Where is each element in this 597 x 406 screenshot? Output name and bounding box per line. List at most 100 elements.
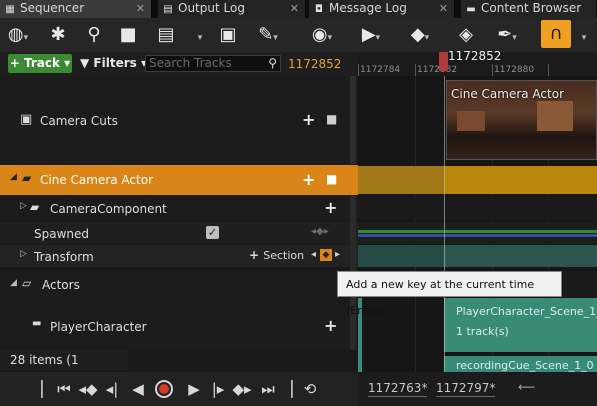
previous-key-icon[interactable]: ◂ (311, 249, 316, 260)
world-icon[interactable]: ◍▾ (4, 18, 32, 52)
section-track-count: 1 track(s) (456, 325, 509, 338)
paint-icon[interactable]: ✒▾ (490, 18, 524, 52)
wrench-icon[interactable]: ✎▾ (254, 18, 282, 52)
filters-button[interactable]: ▼ Filters ▾ (80, 54, 147, 73)
add-icon[interactable]: + (324, 198, 337, 217)
render-movie-icon[interactable]: ▤ (152, 18, 180, 52)
playhead-line (444, 76, 445, 372)
tag-icon[interactable]: ◈ (452, 18, 480, 52)
camera-icon[interactable]: ■ (114, 18, 142, 52)
scroll-left-icon[interactable]: ⟵ (518, 380, 535, 394)
add-icon[interactable]: + (302, 170, 315, 189)
film-icon[interactable]: ▣ (214, 18, 242, 52)
magnet-snap-icon[interactable]: ∩ (541, 20, 571, 48)
current-frame-field[interactable]: 1172852 (288, 55, 341, 73)
track-label: Camera Cuts (40, 114, 118, 128)
step-back-icon[interactable]: ◂| (100, 372, 124, 406)
camera-component-lane[interactable] (358, 196, 597, 220)
tab-label: Sequencer (20, 1, 85, 15)
eye-icon[interactable]: ◉▾ (302, 18, 342, 52)
add-track-button[interactable]: + Track ▾ (8, 54, 72, 73)
close-icon[interactable]: ✕ (290, 0, 299, 17)
dropdown-arrow-icon[interactable]: ▾ (574, 18, 594, 52)
next-key-icon[interactable]: ◆▸ (230, 372, 254, 406)
set-start-icon[interactable]: ⎮ (30, 372, 54, 406)
track-label: Spawned (34, 227, 90, 241)
collapse-arrow-icon[interactable]: ◢ (10, 172, 17, 182)
track-label: Cine Camera Actor (40, 173, 153, 187)
jump-to-start-icon[interactable]: ⏮ (52, 372, 76, 406)
section-title: PlayerCharacter_Scene_1_ (456, 305, 597, 318)
expand-arrow-icon[interactable]: ▷ (20, 249, 27, 259)
section-label: Section (263, 249, 305, 262)
folder-row-actors[interactable]: ◢ ▱ Actors (0, 271, 358, 297)
key-options-icon[interactable]: ◆▾ (402, 18, 438, 52)
play-reverse-icon[interactable]: ◀ (126, 372, 150, 406)
filters-label: Filters (93, 56, 137, 70)
tab-content-browser[interactable]: ▬ Content Browser (461, 0, 597, 18)
dropdown-arrow-icon[interactable]: ▾ (186, 18, 214, 52)
recording-section[interactable]: recordingCue_Scene_1_0 (444, 356, 597, 372)
camera-component-icon: ▰ (30, 200, 40, 214)
track-row-camera-cuts[interactable]: ▣ Camera Cuts + ■ (0, 76, 358, 164)
camera-icon[interactable]: ■ (326, 172, 337, 186)
add-section-button[interactable]: + Section (249, 248, 304, 262)
playback-end-field[interactable]: 1172797* (436, 381, 496, 397)
spawned-lane[interactable] (358, 222, 597, 244)
save-sequence-icon[interactable]: ✱ (44, 18, 72, 52)
key-navigation-icon[interactable]: ◂◆▸ (311, 226, 329, 237)
track-row-cine-camera-actor[interactable]: ◢ ▰ Cine Camera Actor + ■ (0, 165, 358, 195)
tab-label: Message Log (329, 1, 407, 15)
add-key-icon[interactable]: ◆ (320, 249, 332, 261)
player-character-section[interactable]: PlayerCharacter_Scene_1_ 1 track(s) (444, 298, 597, 352)
close-icon[interactable]: ✕ (136, 0, 145, 17)
track-row-camera-component[interactable]: ▷ ▰ CameraComponent + (0, 196, 358, 220)
tab-sequencer[interactable]: ▦ Sequencer ✕ (0, 0, 152, 18)
playhead-handle[interactable] (439, 52, 448, 71)
track-label: PlayerCharacter (50, 320, 147, 334)
loop-icon[interactable]: ⟲ (298, 372, 322, 406)
transform-lane[interactable] (358, 245, 597, 267)
folder-icon: ▬ (466, 4, 476, 15)
next-key-icon[interactable]: ▸ (335, 249, 340, 260)
sequencer-toolbar: ◍▾ ✱ ⚲ ■ ▤ ▾ ▣ ✎▾ ◉▾ ▶▾ ◆▾ ◈ ✒▾ ∩ ▾ (0, 18, 597, 53)
step-forward-icon[interactable]: |▸ (206, 372, 230, 406)
record-button[interactable] (152, 372, 176, 406)
folder-icon: ▱ (22, 276, 32, 290)
tab-message-log[interactable]: ◘ Message Log ✕ (309, 0, 455, 18)
collapse-arrow-icon[interactable]: ◢ (10, 278, 17, 288)
camera-actor-icon: ▰ (22, 171, 32, 185)
search-placeholder: Search Tracks (149, 56, 232, 70)
panel-splitter[interactable] (350, 76, 356, 164)
expand-arrow-icon[interactable]: ▷ (20, 201, 27, 211)
ruler-tick: 1172832 (417, 65, 458, 75)
status-text: 28 items (1 selected) (0, 350, 128, 387)
actor-section-bar[interactable] (358, 166, 597, 194)
tab-label: Output Log (178, 1, 245, 15)
previous-key-icon[interactable]: ◂◆ (76, 372, 100, 406)
track-row-spawned[interactable]: Spawned ✓ ◂◆▸ (0, 222, 358, 244)
close-icon[interactable]: ✕ (439, 0, 448, 17)
camera-cut-section[interactable]: Cine Camera Actor (446, 80, 597, 160)
tooltip: Add a new key at the current time (Enter… (337, 271, 562, 317)
transport-controls: ⎮ ⏮ ◂◆ ◂| ◀ ▶ |▸ ◆▸ ⏭ ⎮ ⟲ (0, 372, 358, 406)
jump-to-end-icon[interactable]: ⏭ (256, 372, 280, 406)
track-row-player-character[interactable]: ▬ PlayerCharacter + (0, 298, 358, 350)
add-icon[interactable]: + (324, 316, 337, 335)
spawned-checkbox[interactable]: ✓ (206, 226, 219, 239)
tab-output-log[interactable]: ▤ Output Log ✕ (158, 0, 306, 18)
track-row-transform[interactable]: ▷ Transform + Section ◂ ◆ ▸ (0, 245, 358, 267)
search-icon[interactable]: ⚲ (80, 18, 108, 52)
actor-icon: ▬ (32, 318, 42, 329)
camera-cuts-icon: ▣ (20, 112, 33, 127)
sequencer-icon: ▦ (5, 4, 15, 15)
camera-icon[interactable]: ■ (326, 112, 337, 126)
search-input[interactable]: Search Tracks ⚲ (145, 55, 281, 72)
tab-bar: ▦ Sequencer ✕ ▤ Output Log ✕ ◘ Message Log … (0, 0, 597, 18)
playback-start-field[interactable]: 1172763* (368, 381, 428, 397)
play-icon[interactable]: ▶ (182, 372, 206, 406)
folder-label: Actors (42, 278, 80, 292)
play-options-icon[interactable]: ▶▾ (354, 18, 388, 52)
timeline-area[interactable]: Cine Camera Actor PlayerCharacter_Scene_… (358, 76, 597, 372)
add-icon[interactable]: + (302, 110, 315, 129)
